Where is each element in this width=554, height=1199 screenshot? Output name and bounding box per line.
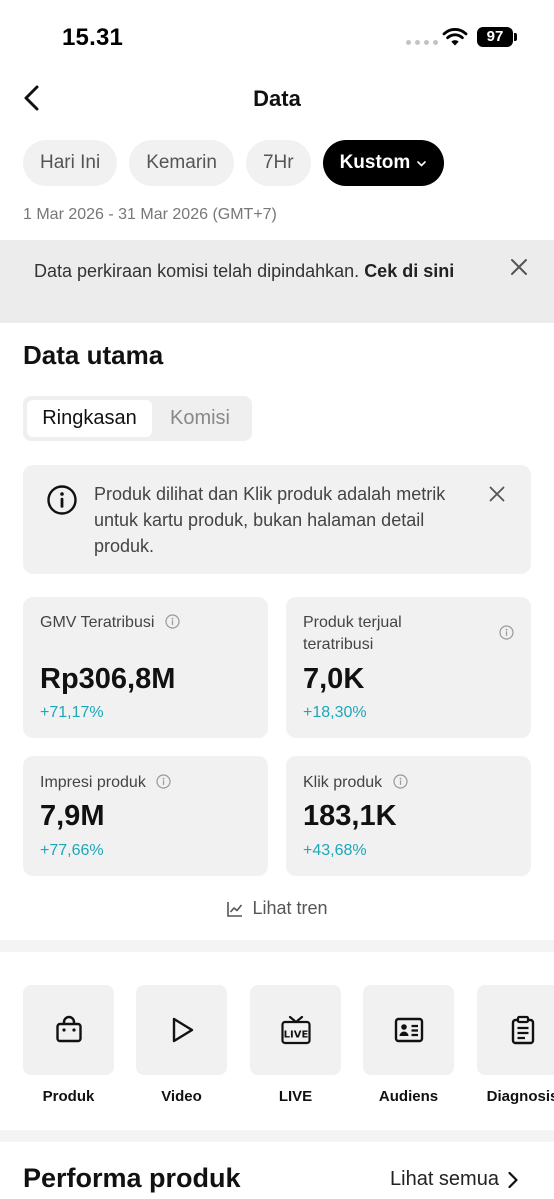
metric-label-text: Impresi produk bbox=[40, 774, 146, 791]
info-icon[interactable] bbox=[156, 774, 171, 789]
notice-banner: Data perkiraan komisi telah dipindahkan.… bbox=[0, 240, 554, 323]
metric-change: +18,30% bbox=[303, 704, 367, 721]
wifi-icon bbox=[442, 28, 468, 46]
chip-label: Kustom bbox=[339, 152, 411, 173]
chip-label: 7Hr bbox=[262, 152, 294, 173]
metric-label: Produk terjual teratribusi bbox=[303, 614, 402, 653]
info-icon[interactable] bbox=[393, 774, 408, 789]
see-all-link[interactable]: Lihat semua bbox=[390, 1168, 519, 1191]
shortcut-video[interactable]: Video bbox=[136, 985, 227, 1105]
info-text: Produk dilihat dan Klik produk adalah me… bbox=[94, 484, 446, 556]
close-icon[interactable] bbox=[489, 486, 505, 502]
metric-change: +77,66% bbox=[40, 842, 104, 859]
metric-card-gmv[interactable]: GMV Teratribusi Rp306,8M +71,17% bbox=[23, 597, 268, 738]
performance-title: Performa produk bbox=[23, 1163, 241, 1193]
section-divider bbox=[0, 940, 554, 952]
shopping-bag-icon bbox=[55, 1015, 82, 1043]
shortcut-produk[interactable]: Produk bbox=[23, 985, 114, 1105]
summary-tabs: Ringkasan Komisi bbox=[23, 396, 252, 441]
battery-indicator: 97 bbox=[477, 27, 517, 47]
chip-hari-ini[interactable]: Hari Ini bbox=[23, 140, 118, 186]
svg-text:LIVE: LIVE bbox=[283, 1030, 308, 1041]
chip-kustom[interactable]: Kustom bbox=[322, 140, 445, 186]
chip-label: Kemarin bbox=[146, 152, 217, 173]
tab-komisi[interactable]: Komisi bbox=[152, 400, 248, 437]
shortcut-live[interactable]: LIVE LIVE bbox=[250, 985, 341, 1105]
status-bar: 15.31 97 bbox=[0, 0, 554, 70]
notice-message: Data perkiraan komisi telah dipindahkan. bbox=[34, 261, 365, 281]
metric-card-klik[interactable]: Klik produk 183,1K +43,68% bbox=[286, 756, 531, 876]
date-range: 1 Mar 2026 - 31 Mar 2026 (GMT+7) bbox=[23, 206, 277, 223]
shortcut-row: Produk Video LIVE LIVE Audiens Diagnosis bbox=[23, 985, 554, 1125]
metric-card-impresi[interactable]: Impresi produk 7,9M +77,66% bbox=[23, 756, 268, 876]
metric-value: Rp306,8M bbox=[40, 663, 176, 695]
shortcut-label: LIVE bbox=[278, 1088, 313, 1105]
shortcut-tile bbox=[136, 985, 227, 1075]
metric-card-produk-terjual[interactable]: Produk terjual teratribusi 7,0K +18,30% bbox=[286, 597, 531, 738]
shortcut-tile bbox=[363, 985, 454, 1075]
shortcut-tile: LIVE bbox=[250, 985, 341, 1075]
shortcut-label: Diagnosis bbox=[486, 1088, 554, 1105]
shortcut-audiens[interactable]: Audiens bbox=[363, 985, 454, 1105]
nav-bar: Data bbox=[0, 72, 554, 126]
shortcut-tile bbox=[23, 985, 114, 1075]
metric-label-text: GMV Teratribusi bbox=[40, 614, 155, 631]
metric-value: 183,1K bbox=[303, 800, 397, 832]
clipboard-icon bbox=[511, 1015, 534, 1045]
chevron-down-icon bbox=[417, 160, 427, 167]
metric-label: GMV Teratribusi bbox=[40, 612, 180, 634]
shortcut-label: Produk bbox=[42, 1088, 95, 1105]
section-title: Data utama bbox=[23, 340, 164, 370]
metric-label: Klik produk bbox=[303, 772, 408, 794]
page-title: Data bbox=[253, 86, 301, 111]
shortcut-label: Video bbox=[161, 1088, 202, 1105]
metric-label-text: Klik produk bbox=[303, 774, 383, 791]
chip-7hr[interactable]: 7Hr bbox=[245, 140, 311, 186]
tab-ringkasan[interactable]: Ringkasan bbox=[27, 400, 152, 437]
metric-value: 7,9M bbox=[40, 800, 105, 832]
info-icon[interactable] bbox=[499, 625, 514, 640]
view-trend-label: Lihat tren bbox=[252, 898, 328, 918]
date-filter-chips: Hari Ini Kemarin 7Hr Kustom bbox=[23, 140, 445, 186]
live-icon: LIVE bbox=[280, 1015, 311, 1045]
close-icon[interactable] bbox=[510, 258, 528, 276]
info-box: Produk dilihat dan Klik produk adalah me… bbox=[23, 465, 531, 574]
shortcut-diagnosis[interactable]: Diagnosis bbox=[477, 985, 554, 1105]
notice-text: Data perkiraan komisi telah dipindahkan.… bbox=[34, 258, 494, 284]
chevron-right-icon bbox=[508, 1171, 518, 1188]
play-icon bbox=[172, 1017, 193, 1043]
metric-change: +71,17% bbox=[40, 704, 104, 721]
line-chart-icon bbox=[227, 901, 243, 917]
metric-change: +43,68% bbox=[303, 842, 367, 859]
info-icon bbox=[47, 485, 77, 515]
shortcut-label: Audiens bbox=[378, 1088, 439, 1105]
chip-kemarin[interactable]: Kemarin bbox=[129, 140, 234, 186]
section-divider bbox=[0, 1130, 554, 1142]
chip-label: Hari Ini bbox=[40, 152, 101, 173]
info-icon[interactable] bbox=[165, 614, 180, 629]
metric-value: 7,0K bbox=[303, 663, 365, 695]
view-trend-link[interactable]: Lihat tren bbox=[0, 898, 554, 919]
see-all-label: Lihat semua bbox=[390, 1168, 499, 1190]
shortcut-tile bbox=[477, 985, 554, 1075]
metric-label: Impresi produk bbox=[40, 772, 171, 794]
id-card-icon bbox=[394, 1017, 423, 1043]
notice-link[interactable]: Cek di sini bbox=[364, 261, 454, 281]
status-time: 15.31 bbox=[62, 24, 124, 51]
signal-icon bbox=[406, 40, 438, 45]
